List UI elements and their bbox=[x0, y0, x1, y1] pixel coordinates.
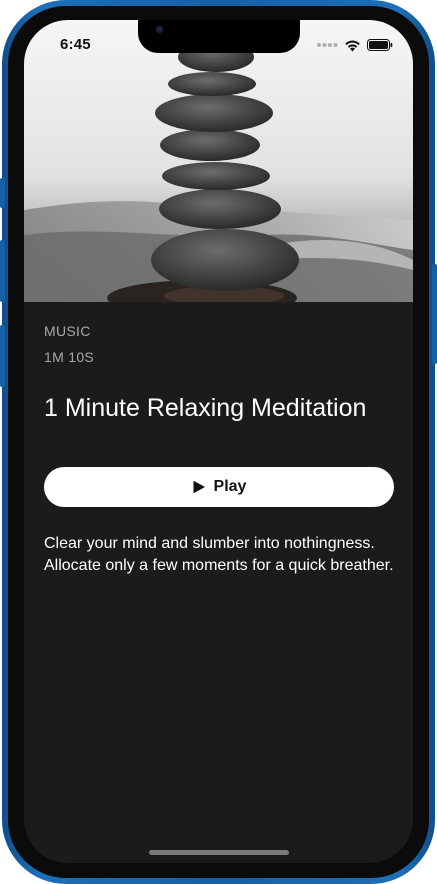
action-button bbox=[0, 178, 5, 208]
volume-down-button bbox=[0, 325, 5, 387]
status-icons bbox=[316, 38, 393, 52]
battery-icon bbox=[367, 39, 393, 51]
play-button[interactable]: Play bbox=[44, 467, 394, 507]
play-icon bbox=[193, 480, 205, 494]
play-button-label: Play bbox=[213, 478, 247, 495]
track-duration: 1M 10S bbox=[44, 349, 95, 365]
track-category: MUSIC bbox=[44, 323, 91, 339]
cellular-dots-icon bbox=[317, 43, 338, 47]
status-bar: 6:45 bbox=[24, 20, 413, 68]
volume-up-button bbox=[0, 240, 5, 302]
track-description: Clear your mind and slumber into nothing… bbox=[44, 535, 394, 574]
app-screen: 6:45 MUSIC 1M 10S 1 Minute Relaxing Medi… bbox=[24, 20, 413, 863]
home-indicator[interactable] bbox=[149, 850, 289, 855]
track-title: 1 Minute Relaxing Meditation bbox=[44, 394, 367, 422]
status-time: 6:45 bbox=[60, 36, 91, 53]
phone-device: 6:45 MUSIC 1M 10S 1 Minute Relaxing Medi… bbox=[0, 0, 437, 884]
front-camera bbox=[156, 26, 163, 33]
device-notch bbox=[138, 20, 300, 53]
wifi-icon bbox=[345, 40, 360, 51]
power-button bbox=[432, 264, 437, 364]
